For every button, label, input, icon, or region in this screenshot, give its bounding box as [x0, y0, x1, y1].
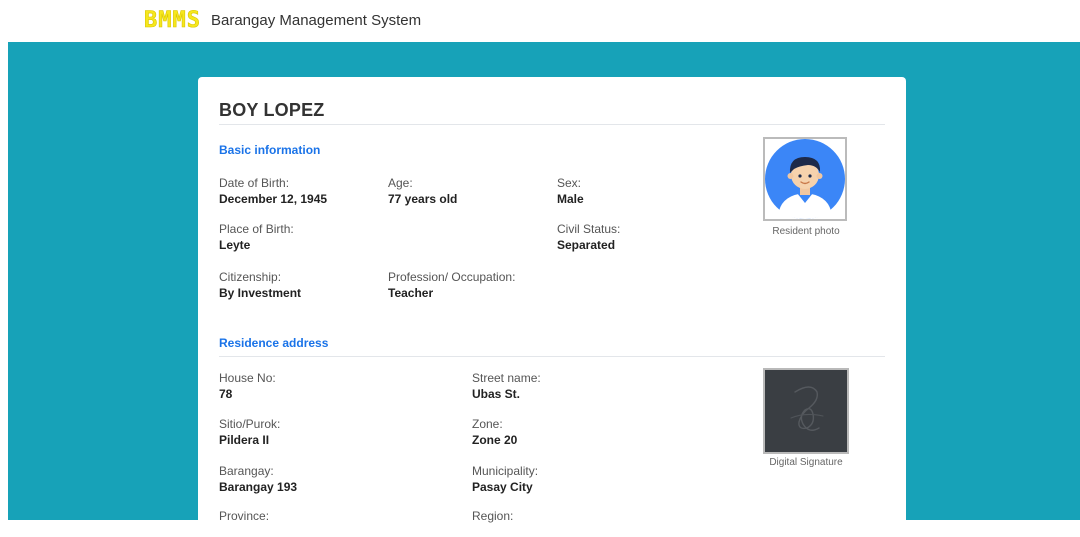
field-province: Province:	[219, 508, 269, 524]
field-label: Place of Birth:	[219, 222, 294, 236]
app-title: Barangay Management System	[210, 12, 422, 29]
field-label: Age:	[388, 176, 413, 190]
field-sitio-purok: Sitio/Purok: Pildera II	[219, 416, 280, 448]
field-label: Street name:	[472, 371, 541, 385]
field-value: Separated	[557, 238, 616, 252]
field-municipality: Municipality: Pasay City	[472, 463, 538, 495]
field-label: Citizenship:	[219, 270, 282, 284]
field-house-no: House No: 78	[219, 370, 276, 402]
field-label: Region:	[472, 509, 514, 523]
brand[interactable]: BMMS Barangay Management System	[144, 8, 421, 34]
field-label: Civil Status:	[557, 222, 621, 236]
field-place-of-birth: Place of Birth: Leyte	[219, 221, 294, 253]
resident-profile-card: BOY LOPEZ Basic information Date of Birt…	[198, 77, 906, 537]
field-street-name: Street name: Ubas St.	[472, 370, 541, 402]
resident-photo[interactable]	[763, 137, 847, 221]
field-label: Profession/ Occupation:	[388, 270, 516, 284]
field-value: Barangay 193	[219, 480, 298, 494]
app-logo: BMMS	[144, 8, 201, 34]
field-value: By Investment	[219, 286, 302, 300]
signature-scribble-icon	[790, 386, 824, 431]
field-age: Age: 77 years old	[388, 175, 457, 207]
field-label: Sitio/Purok:	[219, 417, 281, 431]
field-label: Province:	[219, 509, 270, 523]
resident-name: BOY LOPEZ	[219, 100, 325, 120]
field-value: Male	[557, 192, 584, 206]
top-navbar: BMMS Barangay Management System	[0, 0, 1080, 42]
title-divider	[219, 124, 885, 125]
field-civil-status: Civil Status: Separated	[557, 221, 620, 253]
field-value: Leyte	[219, 238, 251, 252]
field-label: Date of Birth:	[219, 176, 290, 190]
field-value: 77 years old	[388, 192, 458, 206]
field-label: House No:	[219, 371, 276, 385]
field-value: Pildera II	[219, 433, 270, 447]
basic-information-heading: Basic information	[219, 143, 321, 157]
field-value: Pasay City	[472, 480, 533, 494]
resident-photo-caption: Resident photo	[772, 226, 840, 237]
field-value: Ubas St.	[472, 387, 521, 401]
section-divider	[219, 356, 885, 357]
field-label: Sex:	[557, 176, 582, 190]
field-value: December 12, 1945	[219, 192, 328, 206]
field-label: Municipality:	[472, 464, 539, 478]
digital-signature[interactable]	[763, 368, 849, 454]
field-zone: Zone: Zone 20	[472, 416, 517, 448]
field-date-of-birth: Date of Birth: December 12, 1945	[219, 175, 327, 207]
field-sex: Sex: Male	[557, 175, 584, 207]
residence-address-heading: Residence address	[219, 336, 329, 350]
field-region: Region:	[472, 508, 513, 524]
field-citizenship: Citizenship: By Investment	[219, 269, 301, 301]
digital-signature-caption: Digital Signature	[769, 457, 843, 468]
field-value: Teacher	[388, 286, 434, 300]
field-label: Barangay:	[219, 464, 274, 478]
field-barangay: Barangay: Barangay 193	[219, 463, 297, 495]
field-value: 78	[219, 387, 233, 401]
user-avatar-icon	[765, 139, 845, 219]
field-profession: Profession/ Occupation: Teacher	[388, 269, 515, 301]
field-value: Zone 20	[472, 433, 518, 447]
field-label: Zone:	[472, 417, 503, 431]
